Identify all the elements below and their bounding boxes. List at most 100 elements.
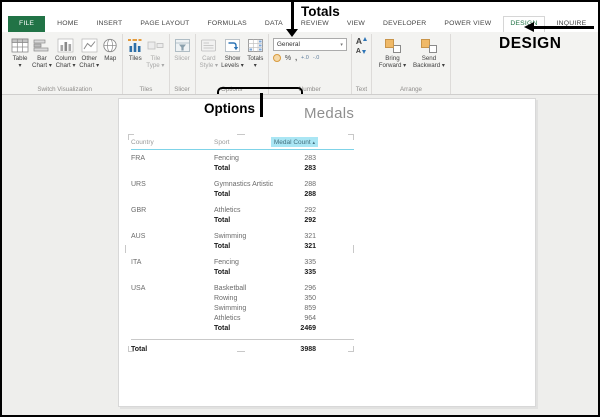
column-header-country[interactable]: Country (131, 139, 154, 146)
table-cell: URS (131, 181, 214, 188)
table-row[interactable]: Athletics964 (131, 313, 316, 323)
annotation-design-text: DESIGN (499, 35, 561, 53)
table-row[interactable]: Total288 (131, 189, 316, 199)
table-button-caret: ▾ (18, 62, 21, 69)
percent-format-button[interactable]: % (285, 55, 291, 62)
table-row[interactable]: Total321 (131, 241, 316, 251)
show-levels-caret: Levels ▾ (221, 62, 244, 69)
card-style-caret: Style ▾ (200, 62, 219, 69)
comma-format-button[interactable]: , (295, 55, 297, 62)
table-row[interactable]: ITAFencing335 (131, 257, 316, 267)
table-row[interactable]: AUSSwimming321 (131, 231, 316, 241)
selection-handle-top[interactable] (237, 134, 245, 135)
table-cell: Fencing (214, 155, 286, 162)
table-visualization[interactable]: Country Sport Medal Count ▴ FRAFencing28… (131, 137, 354, 354)
map-button[interactable]: Map (102, 36, 118, 62)
table-row[interactable]: Total335 (131, 267, 316, 277)
tab-page-layout[interactable]: PAGE LAYOUT (134, 16, 195, 32)
totals-button-label: Totals (247, 55, 263, 62)
group-label-tiles: Tiles (123, 86, 168, 93)
table-cell: 292 (286, 217, 316, 224)
slicer-icon (174, 37, 191, 53)
totals-button-caret: ▾ (254, 62, 257, 69)
table-row[interactable]: USABasketball296 (131, 283, 316, 293)
table-cell: Total (214, 217, 286, 224)
table-cell: FRA (131, 155, 214, 162)
group-label-switch-visualization: Switch Visualization (7, 86, 122, 93)
table-row[interactable]: URSGymnastics Artistic288 (131, 179, 316, 189)
bar-chart-label: Bar (37, 55, 47, 62)
table-row[interactable]: Swimming859 (131, 303, 316, 313)
decrease-font-label: A (356, 48, 361, 55)
table-cell: Total (214, 243, 286, 250)
table-button[interactable]: Table ▾ (11, 36, 29, 70)
report-title[interactable]: Medals (304, 105, 354, 122)
column-chart-label: Column (55, 55, 76, 62)
table-header-row: Country Sport Medal Count ▴ (131, 137, 354, 150)
number-format-dropdown[interactable]: General ▾ (273, 38, 347, 51)
send-backward-button[interactable]: Send Backward ▾ (412, 36, 446, 70)
table-cell: AUS (131, 233, 214, 240)
tab-view[interactable]: VIEW (341, 16, 371, 32)
send-backward-icon (420, 37, 437, 53)
column-header-medal-count[interactable]: Medal Count ▴ (271, 137, 318, 147)
table-cell: 335 (286, 269, 316, 276)
table-row[interactable]: Rowing350 (131, 293, 316, 303)
bring-forward-caret: Forward ▾ (379, 62, 407, 69)
bar-chart-button[interactable]: Bar Chart ▾ (32, 36, 52, 70)
table-row[interactable]: FRAFencing283 (131, 153, 316, 163)
tab-formulas[interactable]: FORMULAS (202, 16, 253, 32)
table-cell: 321 (286, 233, 316, 240)
slicer-button[interactable]: Slicer (174, 36, 191, 62)
grand-total-value: 3988 (286, 346, 316, 353)
currency-format-icon[interactable] (273, 54, 281, 62)
tab-home[interactable]: HOME (51, 16, 84, 32)
table-cell: Total (214, 325, 286, 332)
show-levels-button[interactable]: Show Levels ▾ (221, 36, 244, 70)
table-cell: 321 (286, 243, 316, 250)
table-cell: 292 (286, 207, 316, 214)
bring-forward-button[interactable]: Bring Forward ▾ (376, 36, 409, 70)
other-chart-button[interactable]: Other Chart ▾ (79, 36, 99, 70)
table-row[interactable]: Total292 (131, 215, 316, 225)
table-cell: 283 (286, 165, 316, 172)
column-header-sport[interactable]: Sport (214, 139, 230, 146)
table-group-aus: AUSSwimming321Total321 (131, 231, 354, 251)
tab-file[interactable]: FILE (8, 16, 45, 32)
increase-font-button[interactable]: A (356, 36, 367, 46)
power-view-sheet[interactable]: Medals Country Sport Medal Count ▴ FRAFe… (118, 98, 536, 407)
table-cell: ITA (131, 259, 214, 266)
send-backward-caret: Backward ▾ (413, 62, 445, 69)
bar-chart-icon (33, 37, 50, 53)
group-label-slicer: Slicer (170, 86, 195, 93)
tab-inquire[interactable]: INQUIRE (551, 16, 593, 32)
table-group-fra: FRAFencing283Total283 (131, 153, 354, 173)
decrease-font-button[interactable]: A (356, 48, 367, 55)
other-chart-caret: Chart ▾ (79, 62, 99, 69)
table-cell: Total (214, 191, 286, 198)
table-row[interactable]: Total283 (131, 163, 316, 173)
tab-power-view[interactable]: POWER VIEW (438, 16, 497, 32)
tab-developer[interactable]: DEVELOPER (377, 16, 432, 32)
table-icon (11, 37, 29, 53)
totals-button[interactable]: Totals ▾ (247, 36, 264, 70)
table-row[interactable]: Total2469 (131, 323, 316, 333)
table-cell: USA (131, 285, 214, 292)
card-style-button[interactable]: Card Style ▾ (200, 36, 219, 70)
tile-type-button[interactable]: Tile Type ▾ (146, 36, 164, 70)
tiles-button[interactable]: Tiles (127, 36, 143, 62)
column-chart-button[interactable]: Column Chart ▾ (55, 36, 76, 70)
table-row[interactable]: GBRAthletics292 (131, 205, 316, 215)
number-format-value: General (277, 41, 300, 48)
tab-insert[interactable]: INSERT (90, 16, 128, 32)
selection-handle-left[interactable] (125, 245, 126, 253)
table-cell: Gymnastics Artistic (214, 181, 286, 188)
totals-icon (247, 37, 264, 53)
table-cell: Basketball (214, 285, 286, 292)
tab-data[interactable]: DATA (259, 16, 289, 32)
bring-forward-label: Bring (385, 55, 399, 62)
decrease-decimal-button[interactable]: -.0 (313, 55, 319, 61)
increase-decimal-button[interactable]: +.0 (301, 55, 309, 61)
table-cell: Rowing (214, 295, 286, 302)
map-label: Map (104, 55, 116, 62)
